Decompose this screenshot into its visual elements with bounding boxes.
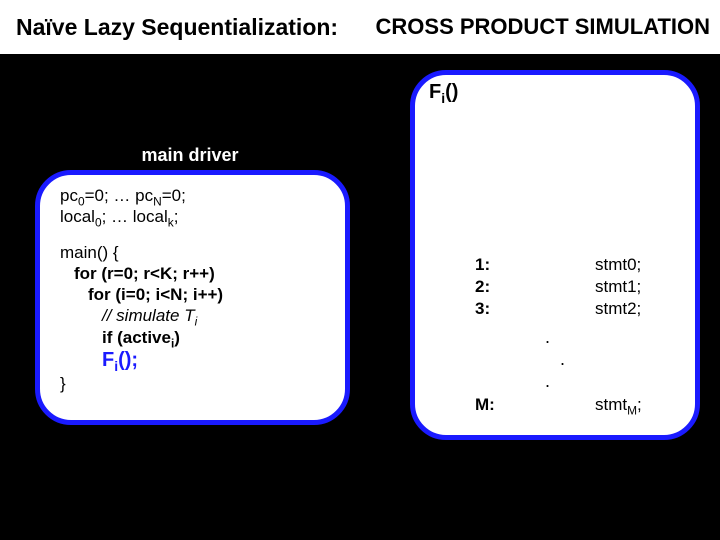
fi-title: Fi() (429, 81, 458, 104)
ellipsis-dot-2: . (560, 349, 565, 370)
main-driver-content: pc0=0; … pcN=0; local0; … localk; main()… (60, 185, 325, 394)
fi-label-1: 1: (475, 255, 490, 277)
for-r-line: for (r=0; r<K; r++) (60, 263, 325, 284)
init-local-line: local0; … localk; (60, 206, 325, 227)
fi-label-2: 2: (475, 277, 490, 299)
main-driver-label: main driver (90, 145, 290, 166)
fi-stmts-col: stmt0; stmt1; stmt2; (595, 255, 641, 321)
for-i-line: for (i=0; i<N; i++) (60, 284, 325, 305)
title-bar: Naïve Lazy Sequentialization: CROSS PROD… (0, 0, 720, 54)
ellipsis-dot-1: . (545, 327, 550, 348)
slide: Naïve Lazy Sequentialization: CROSS PROD… (0, 0, 720, 540)
fi-label-m: M: (475, 395, 495, 415)
fi-stmt-3: stmt2; (595, 299, 641, 321)
fi-stmt-2: stmt1; (595, 277, 641, 299)
main-driver-box: pc0=0; … pcN=0; local0; … localk; main()… (35, 170, 350, 425)
title-right: CROSS PRODUCT SIMULATION (376, 14, 710, 40)
ellipsis-dot-3: . (545, 371, 550, 392)
main-open: main() { (60, 242, 325, 263)
simulate-comment: // simulate Ti (60, 305, 325, 326)
fi-label-3: 3: (475, 299, 490, 321)
if-active-line: if (activei) (60, 327, 325, 348)
call-fi-line: Fi(); (60, 348, 325, 373)
fi-labels-col: 1: 2: 3: (475, 255, 490, 321)
title-left: Naïve Lazy Sequentialization: (16, 14, 338, 41)
fi-stmt-m: stmtM; (595, 395, 642, 415)
init-pc-line: pc0=0; … pcN=0; (60, 185, 325, 206)
main-close: } (60, 373, 325, 394)
fi-stmt-1: stmt0; (595, 255, 641, 277)
fi-box: Fi() 1: 2: 3: stmt0; stmt1; stmt2; . . .… (410, 70, 700, 440)
